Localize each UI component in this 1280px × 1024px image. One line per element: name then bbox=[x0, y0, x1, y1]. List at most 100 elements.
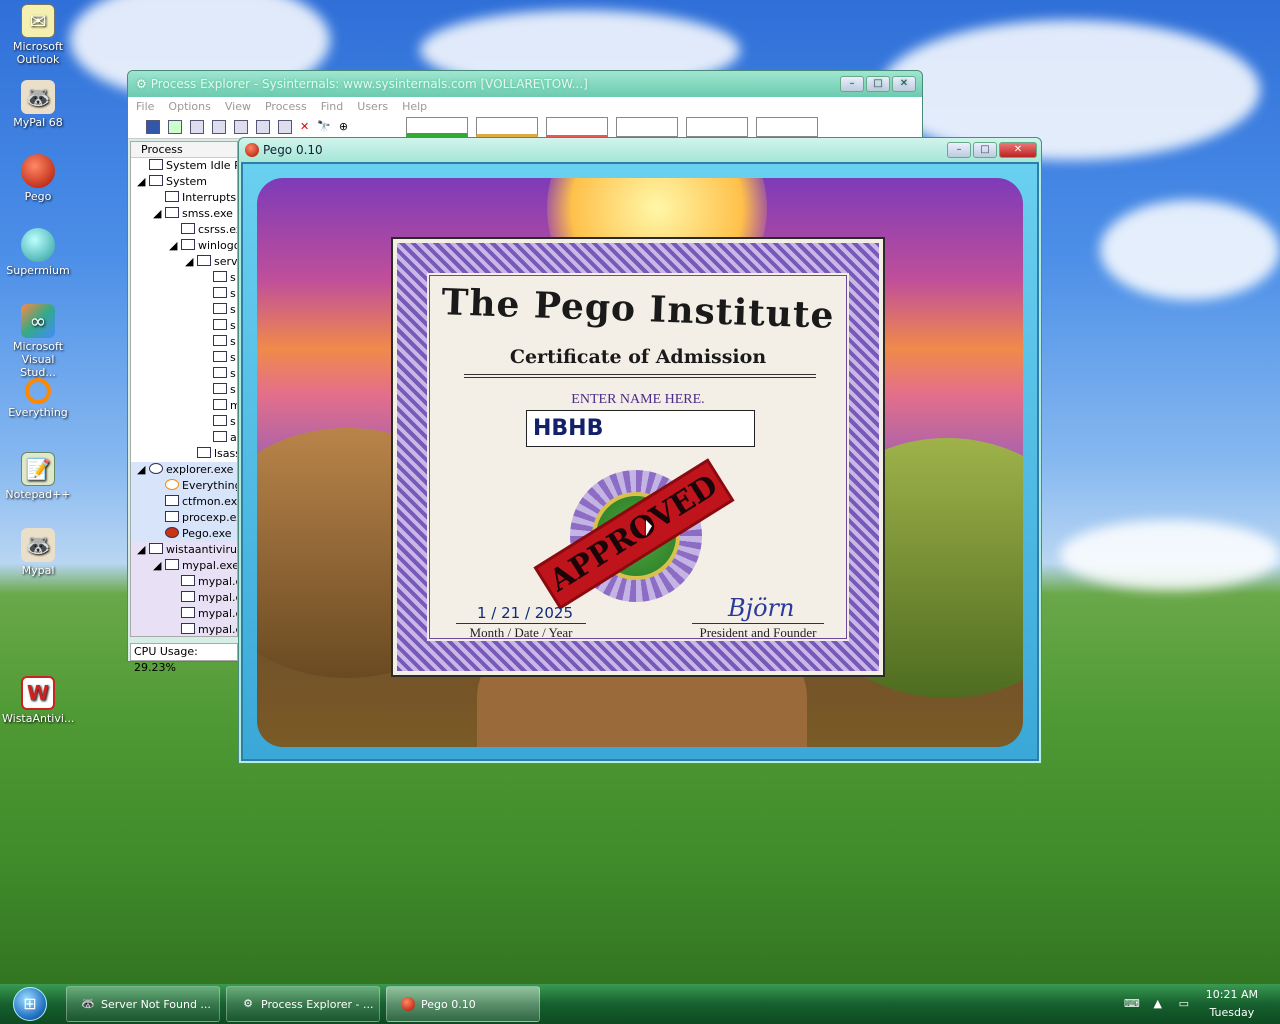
process-row[interactable]: s bbox=[131, 350, 237, 366]
name-input[interactable]: HBHB bbox=[526, 410, 755, 447]
process-explorer-icon: ⚙ bbox=[136, 77, 147, 91]
menu-find[interactable]: Find bbox=[321, 100, 344, 113]
window-title: Pego 0.10 bbox=[263, 143, 323, 157]
gpu-graph[interactable] bbox=[756, 116, 819, 137]
network-graph[interactable] bbox=[616, 116, 679, 137]
desktop-icon-everything[interactable]: Everything bbox=[2, 378, 74, 419]
keyboard-icon[interactable]: ⌨ bbox=[1124, 997, 1140, 1011]
process-row[interactable]: s bbox=[131, 270, 237, 286]
mypal-icon: 🦝 bbox=[21, 528, 55, 562]
process-row[interactable]: mypal.ex bbox=[131, 574, 237, 590]
system-info-icon[interactable] bbox=[190, 119, 204, 134]
process-row[interactable]: s bbox=[131, 286, 237, 302]
column-header-process[interactable]: Process bbox=[131, 142, 237, 158]
menu-bar: File Options View Process Find Users Hel… bbox=[128, 97, 922, 115]
taskbar-item-process-explorer[interactable]: ⚙ Process Explorer - ... bbox=[226, 986, 380, 1022]
maximize-button[interactable]: □ bbox=[866, 76, 890, 92]
process-row[interactable]: s bbox=[131, 302, 237, 318]
options-icon[interactable] bbox=[278, 119, 292, 134]
taskbar-item-pego[interactable]: Pego 0.10 bbox=[386, 986, 540, 1022]
menu-process[interactable]: Process bbox=[265, 100, 307, 113]
process-explorer-titlebar[interactable]: ⚙ Process Explorer - Sysinternals: www.s… bbox=[128, 71, 922, 97]
maximize-button[interactable]: □ bbox=[973, 142, 997, 158]
process-row[interactable]: mypal.ex bbox=[131, 590, 237, 606]
desktop-icon-visual-studio[interactable]: ∞ Microsoft Visual Stud... bbox=[2, 304, 74, 379]
desktop-icon-supermium[interactable]: Supermium bbox=[2, 228, 74, 277]
kill-process-icon[interactable]: ✕ bbox=[300, 120, 309, 133]
process-row[interactable]: ◢ winlogon bbox=[131, 238, 237, 254]
signature: Björn bbox=[728, 594, 795, 622]
desktop-icon-antivirus[interactable]: W WistaAntivi... bbox=[2, 676, 74, 725]
desktop-icon-mypal[interactable]: 🦝 Mypal bbox=[2, 528, 74, 577]
menu-view[interactable]: View bbox=[225, 100, 251, 113]
process-row[interactable]: ◢ mypal.exe bbox=[131, 558, 237, 574]
process-row[interactable]: Everything. bbox=[131, 478, 237, 494]
certificate-body: The Pego Institute Certificate of Admiss… bbox=[429, 275, 847, 640]
process-row[interactable]: procexp.ex bbox=[131, 510, 237, 526]
desktop-icon-mypal68[interactable]: 🦝 MyPal 68 bbox=[2, 80, 74, 129]
process-row[interactable]: mypal.ex bbox=[131, 606, 237, 622]
desktop-icon-notepadpp[interactable]: 📝 Notepad++ bbox=[2, 452, 74, 501]
process-row[interactable]: mypal.ex bbox=[131, 622, 237, 636]
process-row[interactable]: ctfmon.exe bbox=[131, 494, 237, 510]
show-hidden-icons-icon[interactable]: ▲ bbox=[1150, 997, 1166, 1011]
disk-graph[interactable] bbox=[686, 116, 749, 137]
desktop-icon-outlook[interactable]: ✉ Microsoft Outlook bbox=[2, 4, 74, 66]
desktop-icon-label: Mypal bbox=[21, 564, 55, 577]
process-row[interactable]: ◢ servi bbox=[131, 254, 237, 270]
process-row[interactable]: m bbox=[131, 398, 237, 414]
pego-titlebar[interactable]: Pego 0.10 – □ ✕ bbox=[239, 138, 1041, 162]
save-icon[interactable] bbox=[146, 119, 160, 134]
network-icon[interactable]: ▭ bbox=[1176, 997, 1192, 1011]
commit-graph[interactable] bbox=[476, 116, 539, 137]
process-row[interactable]: ◢ System bbox=[131, 174, 237, 190]
process-row[interactable]: csrss.ex bbox=[131, 222, 237, 238]
start-button[interactable]: ⊞ bbox=[0, 984, 60, 1024]
process-row[interactable]: s bbox=[131, 366, 237, 382]
io-graph[interactable] bbox=[546, 116, 609, 137]
menu-options[interactable]: Options bbox=[168, 100, 210, 113]
taskbar-item-browser[interactable]: 🦝 Server Not Found ... bbox=[66, 986, 220, 1022]
menu-help[interactable]: Help bbox=[402, 100, 427, 113]
pego-icon bbox=[401, 997, 415, 1011]
minimize-button[interactable]: – bbox=[947, 142, 971, 158]
process-row[interactable]: s bbox=[131, 334, 237, 350]
menu-file[interactable]: File bbox=[136, 100, 154, 113]
process-row[interactable]: ◢ explorer.exe bbox=[131, 462, 237, 478]
menu-users[interactable]: Users bbox=[357, 100, 388, 113]
target-icon[interactable]: ⊕ bbox=[339, 120, 348, 133]
certificate-title: The Pego Institute bbox=[440, 281, 836, 337]
visual-studio-icon: ∞ bbox=[21, 304, 55, 338]
everything-icon bbox=[25, 378, 51, 404]
process-row[interactable]: ◢ wistaantivirus.e bbox=[131, 542, 237, 558]
desktop-icon-pego[interactable]: Pego bbox=[2, 154, 74, 203]
notepadpp-icon: 📝 bbox=[21, 452, 55, 486]
process-row[interactable]: s bbox=[131, 382, 237, 398]
name-prompt: ENTER NAME HERE. bbox=[571, 392, 705, 407]
refresh-icon[interactable] bbox=[168, 119, 182, 134]
find-icon[interactable]: 🔭 bbox=[317, 120, 331, 133]
properties-icon[interactable] bbox=[212, 119, 226, 134]
process-explorer-icon: ⚙ bbox=[243, 997, 253, 1010]
process-row[interactable]: ◢ smss.exe bbox=[131, 206, 237, 222]
process-row[interactable]: s bbox=[131, 318, 237, 334]
process-tree[interactable]: Process System Idle Pro ◢ System Interru… bbox=[130, 141, 238, 637]
process-row[interactable]: System Idle Pro bbox=[131, 158, 237, 174]
process-row[interactable]: s bbox=[131, 414, 237, 430]
process-row[interactable]: lsass bbox=[131, 446, 237, 462]
lower-pane-icon[interactable] bbox=[234, 119, 248, 134]
clock[interactable]: 10:21 AM Tuesday bbox=[1206, 986, 1258, 1022]
close-button[interactable]: ✕ bbox=[892, 76, 916, 92]
mypal-icon: 🦝 bbox=[81, 997, 95, 1010]
process-row[interactable]: a bbox=[131, 430, 237, 446]
find-window-icon[interactable] bbox=[256, 119, 270, 134]
date-label: Month / Date / Year bbox=[469, 625, 573, 640]
process-row[interactable]: Interrupts bbox=[131, 190, 237, 206]
minimize-button[interactable]: – bbox=[840, 76, 864, 92]
mypal-icon: 🦝 bbox=[21, 80, 55, 114]
process-row[interactable]: Pego.exe bbox=[131, 526, 237, 542]
desktop-icon-label: WistaAntivi... bbox=[2, 712, 75, 725]
cpu-graph[interactable] bbox=[406, 116, 469, 137]
date-line bbox=[456, 623, 586, 624]
close-button[interactable]: ✕ bbox=[999, 142, 1037, 158]
